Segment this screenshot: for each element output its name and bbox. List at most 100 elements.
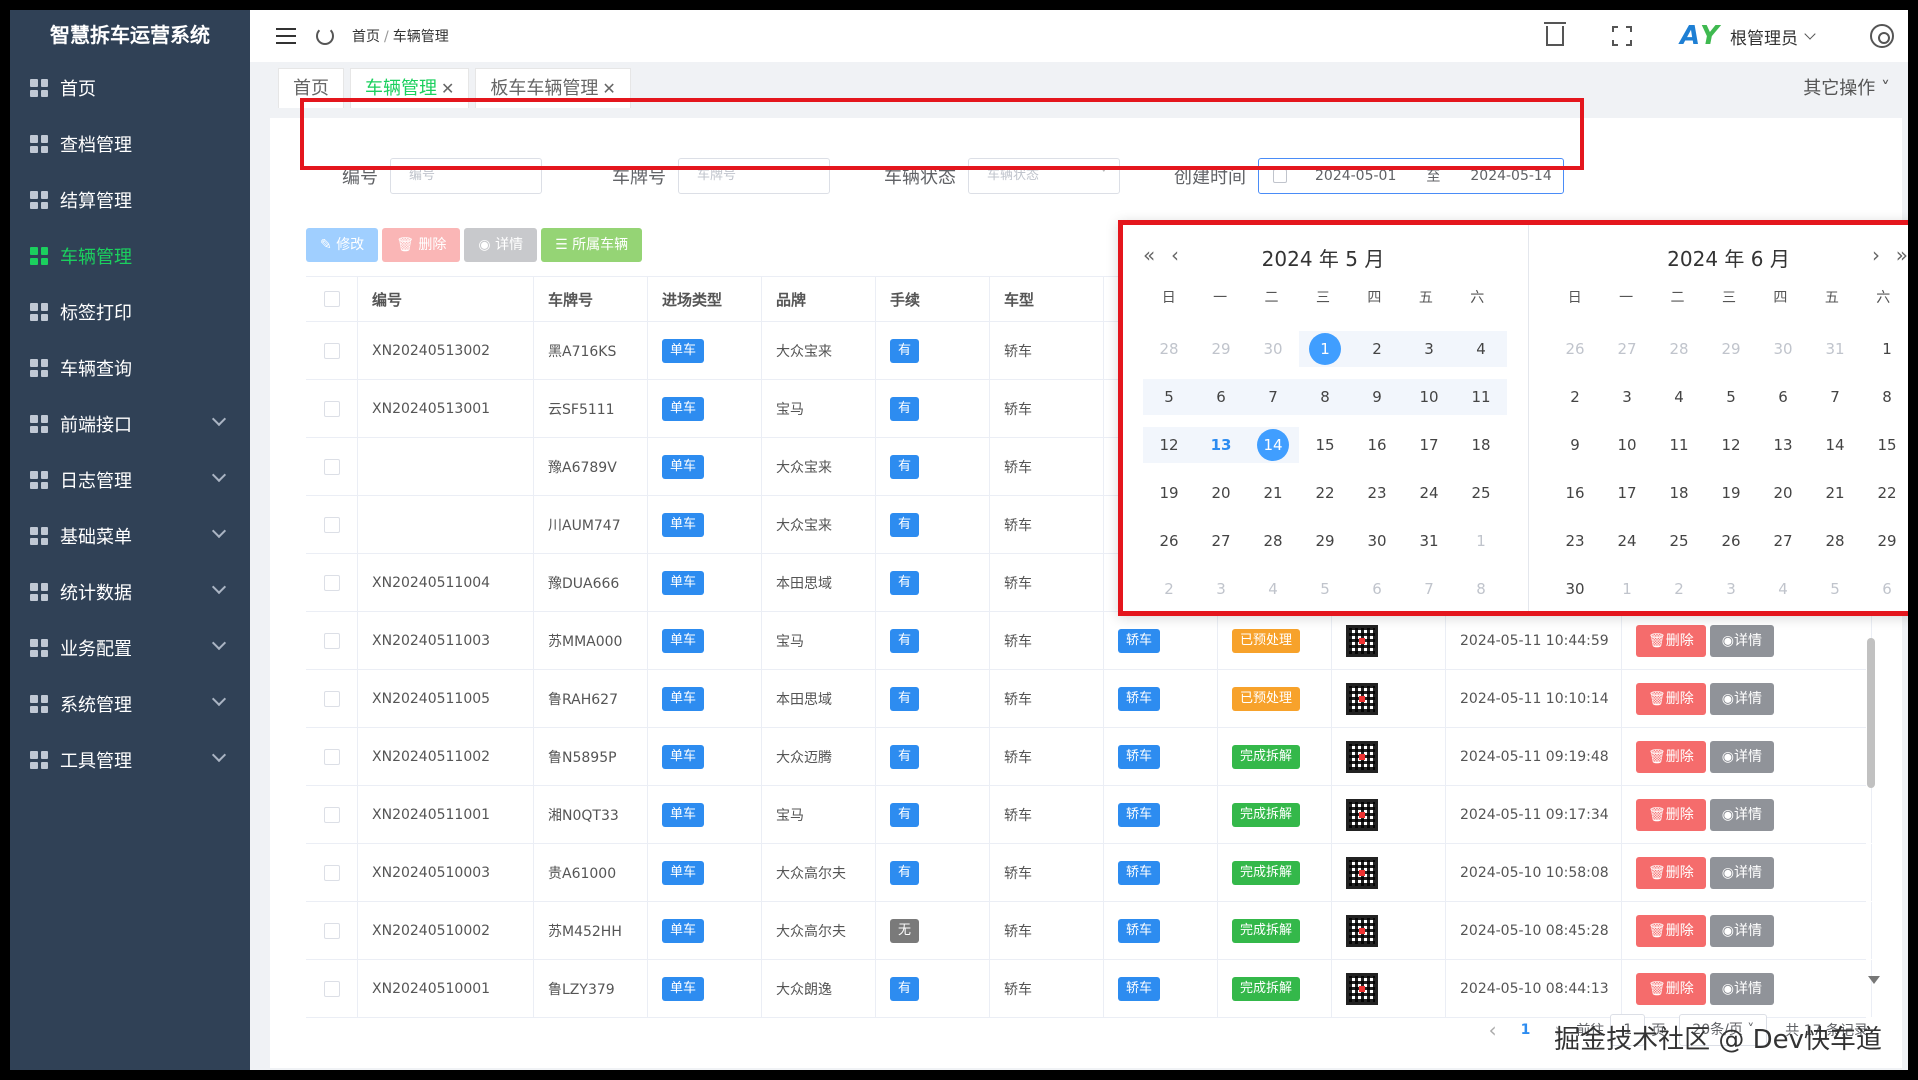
row-detail-button[interactable]: ◉详情 xyxy=(1709,682,1774,715)
select-all-checkbox[interactable] xyxy=(323,291,340,307)
day-cell[interactable]: 4 xyxy=(1757,571,1809,607)
qr-code-icon[interactable] xyxy=(1346,624,1378,657)
row-delete-button[interactable]: 🗑删除 xyxy=(1636,740,1706,773)
date-start[interactable]: 2024-05-01 xyxy=(1315,168,1396,184)
day-cell[interactable]: 10 xyxy=(1403,379,1455,415)
day-cell[interactable]: 20 xyxy=(1757,475,1809,511)
day-cell[interactable]: 2 xyxy=(1351,331,1403,367)
day-cell[interactable]: 2 xyxy=(1653,571,1705,607)
row-delete-button[interactable]: 🗑删除 xyxy=(1636,798,1706,831)
day-cell[interactable]: 27 xyxy=(1601,331,1653,367)
other-ops-dropdown[interactable]: 其它操作 ˅ xyxy=(1803,74,1890,100)
day-cell[interactable]: 16 xyxy=(1351,427,1403,463)
sidebar-item[interactable]: 统计数据 xyxy=(10,564,250,620)
row-detail-button[interactable]: ◉详情 xyxy=(1709,972,1774,1005)
day-cell[interactable]: 12 xyxy=(1143,427,1195,463)
day-cell[interactable]: 28 xyxy=(1809,523,1861,559)
sidebar-item[interactable]: 工具管理 xyxy=(10,732,250,788)
sidebar-item[interactable]: 标签打印 xyxy=(10,284,250,340)
prev-page-icon[interactable]: ‹ xyxy=(1489,1018,1497,1042)
day-cell[interactable]: 12 xyxy=(1705,427,1757,463)
avatar[interactable]: AY xyxy=(1680,22,1719,50)
day-cell[interactable]: 5 xyxy=(1299,571,1351,607)
day-cell[interactable]: 6 xyxy=(1757,379,1809,415)
day-cell[interactable]: 30 xyxy=(1351,523,1403,559)
scroll-down-icon[interactable] xyxy=(1868,976,1880,984)
row-checkbox[interactable] xyxy=(323,806,340,823)
row-checkbox[interactable] xyxy=(323,980,340,997)
day-cell[interactable]: 24 xyxy=(1601,523,1653,559)
day-cell[interactable]: 29 xyxy=(1705,331,1757,367)
sidebar-item[interactable]: 系统管理 xyxy=(10,676,250,732)
day-cell[interactable]: 25 xyxy=(1455,475,1507,511)
day-cell[interactable]: 27 xyxy=(1195,523,1247,559)
day-cell[interactable]: 22 xyxy=(1299,475,1351,511)
day-cell[interactable]: 26 xyxy=(1705,523,1757,559)
row-checkbox[interactable] xyxy=(323,400,340,417)
day-cell[interactable]: 28 xyxy=(1653,331,1705,367)
day-cell[interactable]: 7 xyxy=(1403,571,1455,607)
day-cell[interactable]: 1 xyxy=(1455,523,1507,559)
day-cell[interactable]: 29 xyxy=(1195,331,1247,367)
table-row[interactable]: XN20240511005 鲁RAH627 单车 本田思域有 轿车 轿车 已预处理 2024-… xyxy=(306,670,1872,728)
user-name[interactable]: 根管理员 xyxy=(1730,24,1798,49)
day-cell[interactable]: 14 xyxy=(1247,427,1299,463)
sidebar-item[interactable]: 车辆管理 xyxy=(10,228,250,284)
day-cell[interactable]: 29 xyxy=(1861,523,1908,559)
row-checkbox[interactable] xyxy=(323,342,340,359)
row-detail-button[interactable]: ◉详情 xyxy=(1709,624,1774,657)
day-cell[interactable]: 3 xyxy=(1601,379,1653,415)
day-cell[interactable]: 2 xyxy=(1143,571,1195,607)
sidebar-item[interactable]: 结算管理 xyxy=(10,172,250,228)
qr-code-icon[interactable] xyxy=(1346,856,1378,889)
day-cell[interactable]: 17 xyxy=(1601,475,1653,511)
sidebar-item[interactable]: 查档管理 xyxy=(10,116,250,172)
day-cell[interactable]: 31 xyxy=(1809,331,1861,367)
row-checkbox[interactable] xyxy=(323,632,340,649)
owner-vehicle-button[interactable]: ☰ 所属车辆 xyxy=(541,228,643,262)
day-cell[interactable]: 22 xyxy=(1861,475,1908,511)
day-cell[interactable]: 18 xyxy=(1455,427,1507,463)
day-cell[interactable]: 13 xyxy=(1195,427,1247,463)
sidebar-item[interactable]: 首页 xyxy=(10,60,250,116)
row-detail-button[interactable]: ◉详情 xyxy=(1709,740,1774,773)
day-cell[interactable]: 6 xyxy=(1861,571,1908,607)
table-row[interactable]: XN20240511003 苏MMA000 单车 宝马有 轿车 轿车 已预处理 2024-05… xyxy=(306,612,1872,670)
fullscreen-icon[interactable] xyxy=(1612,26,1632,46)
detail-button[interactable]: ◉ 详情 xyxy=(464,228,538,262)
day-cell[interactable]: 1 xyxy=(1299,331,1351,367)
day-cell[interactable]: 8 xyxy=(1299,379,1351,415)
table-row[interactable]: XN20240510001 鲁LZY379 单车 大众朗逸有 轿车 轿车 完成拆解 2024-… xyxy=(306,960,1872,1018)
day-cell[interactable]: 25 xyxy=(1653,523,1705,559)
day-cell[interactable]: 19 xyxy=(1705,475,1757,511)
row-checkbox[interactable] xyxy=(323,574,340,591)
sidebar-item[interactable]: 业务配置 xyxy=(10,620,250,676)
day-cell[interactable]: 28 xyxy=(1247,523,1299,559)
day-cell[interactable]: 23 xyxy=(1549,523,1601,559)
day-cell[interactable]: 2 xyxy=(1549,379,1601,415)
day-cell[interactable]: 30 xyxy=(1757,331,1809,367)
day-cell[interactable]: 7 xyxy=(1809,379,1861,415)
day-cell[interactable]: 28 xyxy=(1143,331,1195,367)
day-cell[interactable]: 16 xyxy=(1549,475,1601,511)
day-cell[interactable]: 26 xyxy=(1549,331,1601,367)
gear-icon[interactable] xyxy=(1870,24,1894,48)
day-cell[interactable]: 3 xyxy=(1403,331,1455,367)
table-scrollbar[interactable] xyxy=(1866,628,1876,898)
qr-code-icon[interactable] xyxy=(1346,682,1378,715)
day-cell[interactable]: 6 xyxy=(1195,379,1247,415)
day-cell[interactable]: 1 xyxy=(1861,331,1908,367)
day-cell[interactable]: 27 xyxy=(1757,523,1809,559)
row-delete-button[interactable]: 🗑删除 xyxy=(1636,856,1706,889)
day-cell[interactable]: 5 xyxy=(1143,379,1195,415)
day-cell[interactable]: 8 xyxy=(1455,571,1507,607)
day-cell[interactable]: 26 xyxy=(1143,523,1195,559)
day-cell[interactable]: 9 xyxy=(1351,379,1403,415)
qr-code-icon[interactable] xyxy=(1346,914,1378,947)
day-cell[interactable]: 1 xyxy=(1601,571,1653,607)
day-cell[interactable]: 30 xyxy=(1247,331,1299,367)
row-checkbox[interactable] xyxy=(323,748,340,765)
day-cell[interactable]: 24 xyxy=(1403,475,1455,511)
day-cell[interactable]: 20 xyxy=(1195,475,1247,511)
table-row[interactable]: XN20240510002 苏M452HH 单车 大众高尔夫无 轿车 轿车 完成拆解 2024… xyxy=(306,902,1872,960)
